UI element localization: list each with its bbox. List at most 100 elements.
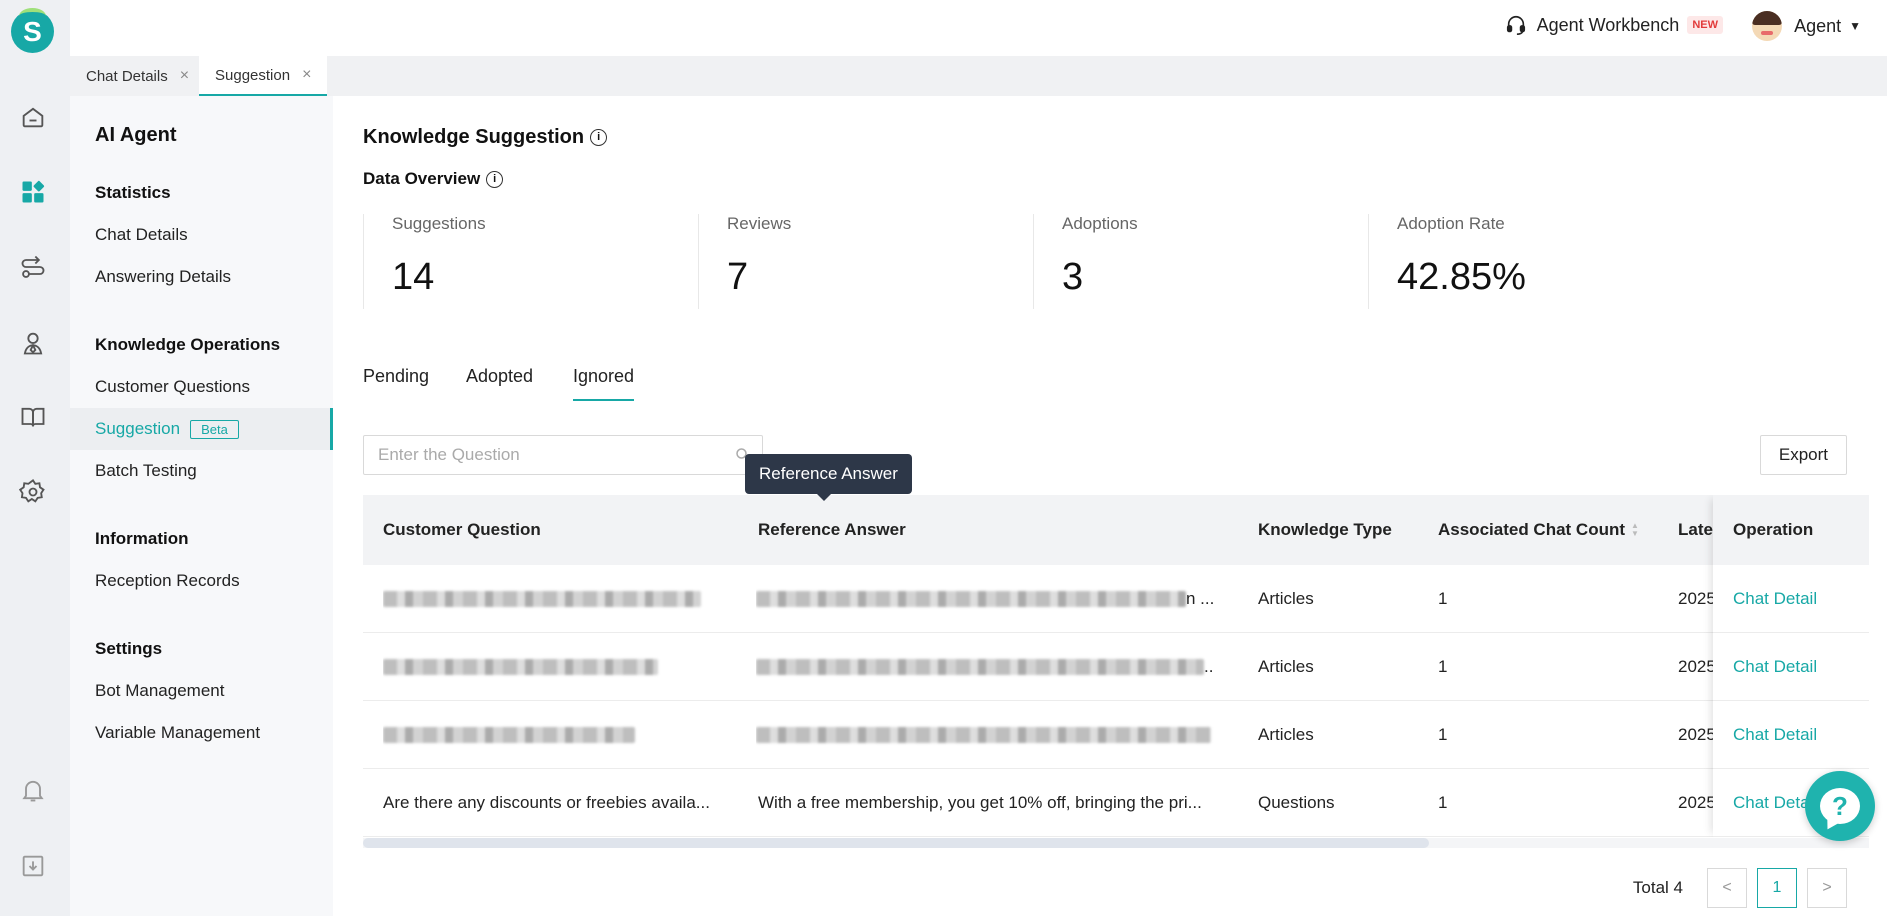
- page-tab-suggestion[interactable]: Suggestion ×: [199, 56, 328, 96]
- sidebar-item-label: Bot Management: [95, 681, 225, 700]
- section-heading-knowledge-operations: Knowledge Operations: [95, 335, 281, 354]
- stat-label: Adoptions: [1062, 214, 1138, 233]
- page-number-button[interactable]: 1: [1757, 868, 1797, 908]
- agent-workbench-link[interactable]: Agent Workbench NEW: [1505, 14, 1723, 36]
- main-content: Knowledge Suggestion i Data Overview i S…: [333, 96, 1887, 916]
- new-badge: NEW: [1687, 16, 1723, 34]
- cell-knowledge-type: Articles: [1258, 589, 1314, 608]
- redacted-text: [383, 727, 635, 743]
- caret-down-icon: ▼: [1849, 19, 1861, 33]
- cell-chat-count: 1: [1438, 589, 1448, 608]
- search-input[interactable]: [364, 436, 762, 474]
- sort-icon[interactable]: ▲ ▼: [1631, 522, 1639, 538]
- export-button[interactable]: Export: [1759, 435, 1847, 475]
- tab-adopted[interactable]: Adopted: [466, 366, 533, 399]
- section-heading-settings: Settings: [95, 639, 163, 658]
- cell-chat-count: 1: [1438, 725, 1448, 744]
- total-count: Total 4: [1632, 878, 1683, 897]
- home-icon[interactable]: [18, 102, 48, 132]
- bell-icon[interactable]: [18, 775, 48, 805]
- tab-ignored[interactable]: Ignored: [573, 366, 635, 401]
- cell-question: [383, 701, 743, 769]
- stat-label: Adoption Rate: [1397, 214, 1505, 233]
- sidebar-item-batch-testing[interactable]: Batch Testing: [70, 450, 333, 492]
- chat-detail-link[interactable]: Chat Detail: [1713, 701, 1869, 769]
- dashboard-icon[interactable]: [18, 177, 48, 207]
- app-logo[interactable]: S: [11, 8, 54, 53]
- table-horizontal-scrollbar[interactable]: [363, 838, 1869, 848]
- cell-text: ..: [1204, 657, 1214, 676]
- sidebar-item-customer-questions[interactable]: Customer Questions: [70, 366, 333, 408]
- sidebar-item-variable-management[interactable]: Variable Management: [70, 712, 333, 754]
- page-title: Knowledge Suggestion i: [363, 126, 608, 149]
- left-icon-rail: S: [0, 0, 70, 916]
- chat-detail-link[interactable]: Chat Detail: [1713, 565, 1869, 633]
- section-heading-statistics: Statistics: [95, 183, 171, 202]
- cell-text: n ...: [1186, 589, 1215, 608]
- beta-badge: Beta: [190, 419, 239, 439]
- chat-detail-link[interactable]: Chat Detail: [1713, 633, 1869, 701]
- side-menu-title: AI Agent: [95, 124, 177, 146]
- agent-icon[interactable]: [18, 328, 48, 358]
- cell-question: [383, 565, 743, 633]
- help-chat-button[interactable]: ?: [1805, 771, 1875, 841]
- table-row: Are there any discounts or freebies avai…: [363, 769, 1869, 837]
- sidebar-item-label: Chat Details: [95, 225, 188, 244]
- knowledge-book-icon[interactable]: [18, 402, 48, 432]
- cell-answer: With a free membership, you get 10% off,…: [758, 793, 1202, 812]
- user-name: Agent: [1794, 15, 1842, 36]
- stat-value: 14: [392, 256, 435, 298]
- sidebar-item-label: Suggestion: [95, 419, 181, 438]
- section-heading-information: Information: [95, 529, 189, 548]
- settings-gear-icon[interactable]: [18, 477, 48, 507]
- cell-question: Are there any discounts or freebies avai…: [383, 793, 710, 812]
- info-icon[interactable]: i: [590, 129, 608, 146]
- table-row: n ... Articles 1 2025: [363, 565, 1869, 633]
- close-icon[interactable]: ×: [302, 66, 311, 84]
- stat-adoptions: Adoptions 3: [1033, 214, 1368, 309]
- redacted-text: [756, 591, 1186, 607]
- stat-value: 3: [1062, 256, 1084, 298]
- tooltip: Reference Answer: [745, 454, 912, 501]
- stat-value: 7: [727, 256, 749, 298]
- close-icon[interactable]: ×: [180, 67, 189, 85]
- prev-page-button[interactable]: <: [1707, 868, 1747, 908]
- next-page-button[interactable]: >: [1807, 868, 1847, 908]
- cell-knowledge-type: Articles: [1258, 725, 1314, 744]
- download-icon[interactable]: [18, 851, 48, 881]
- workbench-label: Agent Workbench: [1536, 14, 1680, 35]
- scrollbar-thumb[interactable]: [363, 838, 1429, 848]
- cell-knowledge-type: Questions: [1258, 793, 1335, 812]
- routing-icon[interactable]: [18, 252, 48, 282]
- tab-pending[interactable]: Pending: [363, 366, 429, 399]
- data-overview-title: Data Overview i: [363, 169, 504, 189]
- sidebar-item-bot-management[interactable]: Bot Management: [70, 670, 333, 712]
- page-tab-label: Chat Details: [86, 67, 168, 85]
- user-menu[interactable]: Agent ▼: [1752, 11, 1861, 41]
- cell-question: [383, 633, 743, 701]
- sidebar-item-label: Answering Details: [95, 267, 232, 286]
- page-tab-chat-details[interactable]: Chat Details ×: [70, 56, 205, 96]
- side-menu: AI Agent Statistics Chat Details Answeri…: [70, 96, 333, 916]
- page-tab-strip: Chat Details × Suggestion ×: [70, 56, 1887, 96]
- table-row: Articles 1 2025: [363, 701, 1869, 769]
- sidebar-item-answering-details[interactable]: Answering Details: [70, 256, 333, 298]
- sidebar-item-label: Customer Questions: [95, 377, 250, 396]
- cell-knowledge-type: Articles: [1258, 657, 1314, 676]
- column-header-operation: Operation: [1713, 495, 1869, 565]
- stat-suggestions: Suggestions 14: [363, 214, 698, 309]
- cell-latest: 2025: [1678, 793, 1716, 812]
- column-header-associated-chat-count[interactable]: Associated Chat Count ▲ ▼: [1438, 495, 1639, 565]
- info-icon[interactable]: i: [486, 170, 504, 188]
- avatar: [1752, 11, 1783, 41]
- sidebar-item-suggestion[interactable]: Suggestion Beta: [70, 408, 333, 450]
- stat-label: Suggestions: [392, 214, 486, 233]
- table-header: Customer Question Reference Answer Knowl…: [363, 495, 1869, 565]
- sidebar-item-label: Reception Records: [95, 571, 240, 590]
- cell-latest: 2025: [1678, 589, 1716, 608]
- cell-answer: ..: [756, 633, 1236, 701]
- sidebar-item-chat-details[interactable]: Chat Details: [70, 214, 333, 256]
- sidebar-item-reception-records[interactable]: Reception Records: [70, 560, 333, 602]
- redacted-text: [756, 727, 1211, 743]
- column-header-reference-answer: Reference Answer: [758, 520, 906, 539]
